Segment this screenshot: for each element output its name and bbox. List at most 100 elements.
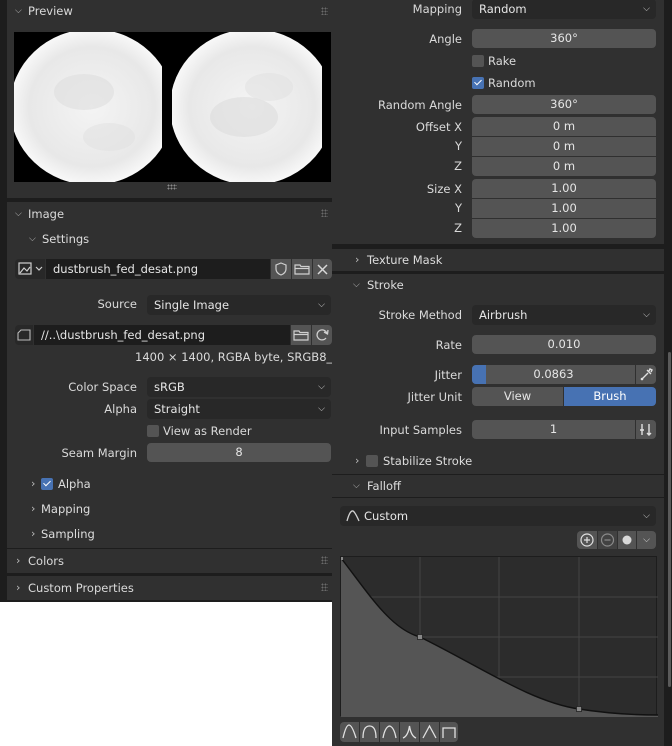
jitter-unit-view-label: View [503, 389, 532, 403]
stroke-method-value: Airbrush [479, 308, 528, 322]
source-dropdown[interactable]: Single Image ⌵ [147, 295, 331, 315]
alpha-subpanel-header[interactable]: › Alpha [7, 473, 332, 495]
drag-handle-icon[interactable] [321, 7, 328, 15]
chevron-right-icon: › [31, 502, 36, 515]
input-samples-pressure-button[interactable] [636, 420, 656, 439]
custom-properties-panel-header[interactable]: › Custom Properties [7, 576, 332, 600]
jitter-unit-brush-button[interactable]: Brush [564, 387, 656, 406]
color-space-value: sRGB [154, 380, 185, 394]
preset-sphere-button[interactable] [360, 722, 379, 742]
chevron-right-icon: › [355, 454, 360, 467]
stabilize-stroke-checkbox[interactable] [366, 455, 378, 467]
preset-linear-button[interactable] [420, 722, 439, 742]
view-as-render-checkbox[interactable] [147, 425, 159, 437]
jitter-unit-brush-label: Brush [593, 389, 627, 403]
preset-sharp-button[interactable] [400, 722, 419, 742]
drag-handle-icon[interactable] [321, 209, 328, 217]
jitter-pressure-button[interactable] [636, 365, 656, 384]
file-type-icon-box [15, 325, 33, 345]
preview-header-label: Preview [28, 4, 73, 18]
size-y-value: 1.00 [551, 201, 577, 215]
size-x-field[interactable]: 1.00 [472, 179, 656, 198]
jitter-slider[interactable]: 0.0863 [472, 365, 635, 384]
zoom-in-button[interactable] [577, 531, 597, 549]
chevron-right-icon: › [16, 554, 21, 567]
offset-z-field[interactable]: 0 m [472, 157, 656, 176]
zoom-out-icon [600, 533, 615, 547]
chevron-down-icon: ⌵ [318, 382, 325, 392]
chevron-right-icon: › [31, 477, 36, 490]
curve-options-button[interactable]: ⌵ [637, 531, 656, 549]
browse-file-button[interactable] [291, 325, 311, 345]
mapping-dropdown[interactable]: Random ⌵ [472, 0, 656, 19]
stabilize-stroke-subpanel-header[interactable]: › Stabilize Stroke [332, 450, 664, 472]
falloff-panel-header[interactable]: ⌵ Falloff [332, 475, 664, 497]
jitter-unit-view-button[interactable]: View [472, 387, 563, 406]
image-panel-header[interactable]: ⌵ Image [7, 202, 332, 226]
resize-handle-icon[interactable] [167, 184, 177, 190]
rate-value: 0.010 [547, 337, 581, 351]
sampling-subpanel-header[interactable]: › Sampling [7, 523, 332, 545]
image-name-field[interactable]: dustbrush_fed_desat.png [46, 259, 270, 279]
curve-constant-icon [442, 727, 456, 738]
rate-label: Rate [435, 338, 462, 352]
seam-margin-value: 8 [235, 445, 243, 459]
offset-x-label: Offset X [415, 120, 462, 134]
random-angle-field[interactable]: 360° [472, 95, 656, 114]
curve-sharp-icon [402, 725, 417, 739]
preset-smooth-button[interactable] [340, 722, 359, 742]
curve-smooth-icon [342, 724, 357, 739]
open-image-button[interactable] [292, 259, 312, 279]
preset-constant-button[interactable] [440, 722, 458, 742]
stroke-method-dropdown[interactable]: Airbrush ⌵ [472, 305, 656, 325]
rake-checkbox[interactable] [472, 55, 484, 67]
preview-panel-header[interactable]: ⌵ Preview [7, 0, 332, 22]
mapping-subpanel-header[interactable]: › Mapping [7, 498, 332, 520]
size-z-field[interactable]: 1.00 [472, 219, 656, 238]
left-panel: ⌵ Preview ⌵ Image ⌵ Settings dustbrush_f… [0, 0, 347, 602]
zoom-in-icon [580, 533, 594, 547]
curve-sphere-icon [362, 725, 377, 739]
input-samples-field[interactable]: 1 [472, 420, 635, 439]
offset-y-label: Y [454, 139, 462, 153]
preset-root-button[interactable] [380, 722, 399, 742]
alpha-enable-checkbox[interactable] [41, 478, 53, 490]
drag-handle-icon[interactable] [321, 583, 328, 591]
falloff-curve-graph[interactable] [341, 557, 658, 717]
rate-field[interactable]: 0.010 [472, 335, 656, 354]
texture-mask-subpanel-header[interactable]: › Texture Mask [332, 249, 664, 271]
mapping-label: Mapping [412, 2, 462, 16]
reload-image-button[interactable] [312, 325, 332, 345]
stroke-panel-header[interactable]: ⌵ Stroke [332, 274, 664, 296]
alpha-subpanel-label: Alpha [58, 477, 91, 491]
image-info-text: 1400 × 1400, RGBA byte, SRGB8_A8 [135, 350, 348, 364]
drag-handle-icon[interactable] [321, 556, 328, 564]
angle-field[interactable]: 360° [472, 29, 656, 48]
unlink-image-button[interactable] [313, 259, 332, 279]
alpha-label: Alpha [104, 402, 137, 416]
alpha-dropdown[interactable]: Straight ⌵ [147, 399, 331, 419]
input-samples-value: 1 [549, 422, 558, 436]
falloff-shape-dropdown[interactable]: Custom ⌵ [340, 506, 656, 526]
color-space-dropdown[interactable]: sRGB ⌵ [147, 377, 331, 397]
zoom-out-button[interactable] [598, 531, 617, 549]
fake-user-button[interactable] [271, 259, 291, 279]
input-samples-label: Input Samples [379, 423, 462, 437]
file-path-field[interactable]: //..\dustbrush_fed_desat.png [34, 325, 290, 345]
jitter-label: Jitter [434, 368, 462, 382]
size-y-field[interactable]: 1.00 [472, 199, 656, 218]
source-value: Single Image [154, 298, 230, 312]
settings-label: Settings [42, 232, 90, 246]
offset-y-field[interactable]: 0 m [472, 137, 656, 156]
image-browse-button[interactable] [15, 259, 45, 279]
color-space-label: Color Space [68, 380, 137, 394]
settings-subheader[interactable]: ⌵ Settings [7, 228, 332, 250]
colors-panel-header[interactable]: › Colors [7, 549, 332, 573]
curve-handle-type-button[interactable] [618, 531, 636, 549]
seam-margin-field[interactable]: 8 [147, 443, 331, 462]
vertical-scrollbar[interactable] [668, 352, 671, 687]
random-checkbox[interactable] [472, 77, 484, 89]
offset-x-field[interactable]: 0 m [472, 117, 656, 136]
falloff-curve-editor[interactable] [340, 556, 658, 717]
view-as-render-label: View as Render [163, 424, 252, 438]
